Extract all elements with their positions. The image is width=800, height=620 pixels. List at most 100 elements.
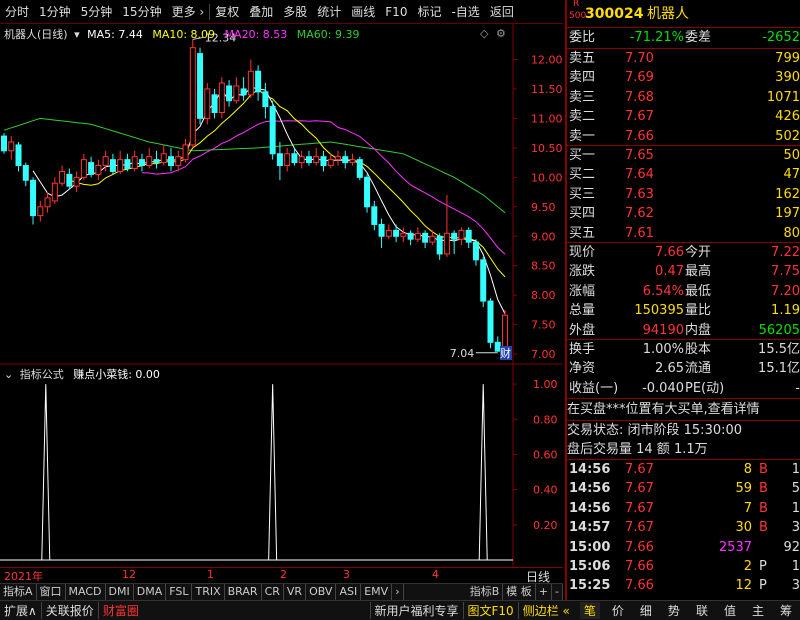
stat-row: 收益(一) -0.040 PE(动) - <box>569 380 800 396</box>
sell-level-row[interactable]: 卖二 7.67 426 <box>567 107 800 127</box>
tab-shi[interactable]: 势 <box>664 602 684 619</box>
level-volume: 390 <box>775 70 800 86</box>
level-volume: 426 <box>775 109 800 125</box>
price-tick-label: 10.50 <box>531 142 563 155</box>
ma60-line <box>3 117 506 214</box>
expand-button[interactable]: 扩展∧ <box>0 602 41 619</box>
sell-level-row[interactable]: 卖一 7.66 502 <box>567 127 800 147</box>
candle-body <box>422 232 429 243</box>
indicator-tick-label: 1.00 <box>533 378 558 391</box>
toolbar-more[interactable]: 更多 › <box>167 0 210 24</box>
candle-body <box>226 85 233 102</box>
tab-zhi[interactable]: 值 <box>720 602 740 619</box>
new-user-benefit-button[interactable]: 新用户福利专享 <box>369 602 463 619</box>
main-chart-legend: 机器人(日线) ▾ MA5: 7.44 MA10: 8.09 MA20: 8.5… <box>4 26 360 42</box>
price-tick-label: 8.50 <box>531 260 556 273</box>
candle-body <box>472 241 479 261</box>
sell-level-row[interactable]: 卖三 7.68 1071 <box>567 88 800 108</box>
tab-bi[interactable]: 笔 <box>579 602 600 619</box>
tab-dmi[interactable]: DMI <box>106 584 134 600</box>
tab-lian[interactable]: 联 <box>692 602 712 619</box>
toolbar-watchlist[interactable]: -自选 <box>446 0 484 24</box>
tab-fsl[interactable]: FSL <box>166 584 193 600</box>
sell-level-row[interactable]: 卖四 7.69 390 <box>567 68 800 88</box>
candle-body <box>80 159 87 178</box>
price-tick-label: 8.00 <box>531 289 556 302</box>
tab-xi[interactable]: 细 <box>636 602 656 619</box>
date-label-4: 4 <box>432 568 439 581</box>
indicator-collapse-icon[interactable]: ⌄ <box>4 368 13 381</box>
big-order-notice[interactable]: 在买盘***位置有大买单,查看详情 <box>567 400 800 420</box>
ma20-line <box>141 120 506 255</box>
chart-dropdown-icon[interactable]: ▾ <box>74 28 80 41</box>
toolbar-back[interactable]: 返回 <box>485 0 519 24</box>
tab-brar[interactable]: BRAR <box>225 584 262 600</box>
sidebar-button[interactable]: 侧边栏 « <box>517 602 574 619</box>
related-quote-button[interactable]: 关联报价 <box>40 602 98 619</box>
tab-zhu[interactable]: 主 <box>748 602 768 619</box>
candle-body <box>168 156 174 167</box>
price-tick-label: 11.50 <box>531 83 563 96</box>
tab-trix[interactable]: TRIX <box>192 584 225 600</box>
tab-emv[interactable]: EMV <box>361 584 393 600</box>
toolbar-5min[interactable]: 5分钟 <box>76 0 118 24</box>
buy-level-row[interactable]: 买二 7.64 47 <box>567 165 800 185</box>
buy-level-row[interactable]: 买四 7.62 197 <box>567 204 800 224</box>
toolbar-timeshare[interactable]: 分时 <box>0 0 34 24</box>
candle-body <box>313 156 320 164</box>
tab-remove[interactable]: - <box>552 584 563 600</box>
buy-level-row[interactable]: 买三 7.63 162 <box>567 185 800 205</box>
f10-button[interactable]: 图文F10 <box>462 602 518 619</box>
tab-jia[interactable]: 价 <box>608 602 628 619</box>
price-tick-label: 7.50 <box>531 319 556 332</box>
toolbar-1min[interactable]: 1分钟 <box>34 0 76 24</box>
tab-cr[interactable]: CR <box>262 584 284 600</box>
wealth-circle-button[interactable]: 财富圈 <box>97 602 143 619</box>
toolbar-f10[interactable]: F10 <box>380 0 412 24</box>
candle-body <box>22 165 29 181</box>
price-tick-label: 9.50 <box>531 201 556 214</box>
candle-body <box>378 223 385 237</box>
toolbar-adjust[interactable]: 复权 <box>210 0 244 24</box>
tab-window[interactable]: 窗口 <box>37 584 66 600</box>
kline-chart[interactable]: 12.00 11.50 11.00 10.50 10.00 9.50 9.00 8.50 8.0… <box>0 24 563 567</box>
price-tick-label: 10.00 <box>531 171 563 184</box>
tab-obv[interactable]: OBV <box>306 584 337 600</box>
sell-level-row[interactable]: 卖五 7.70 799 <box>567 49 800 69</box>
tab-add[interactable]: + <box>536 584 553 600</box>
price-tick-label: 11.00 <box>531 112 563 125</box>
candle-body <box>102 156 109 167</box>
candle-body <box>131 156 138 169</box>
date-label-3: 3 <box>343 568 350 581</box>
settings-gear-icon[interactable]: ⚙ <box>496 27 506 40</box>
tab-chou[interactable]: 筹 <box>776 602 796 619</box>
stat-row: 涨幅 6.54% 最低 7.20 <box>569 283 800 299</box>
low-label: 7.04 <box>450 347 475 360</box>
toolbar-mark[interactable]: 标记 <box>412 0 446 24</box>
toolbar-draw[interactable]: 画线 <box>346 0 380 24</box>
candle-body <box>385 229 392 237</box>
tab-asi[interactable]: ASI <box>336 584 362 600</box>
tab-more[interactable]: › <box>392 584 404 600</box>
level-price: 7.61 <box>625 225 654 241</box>
tab-vr[interactable]: VR <box>284 584 307 600</box>
tab-indicator-b[interactable]: 指标B <box>467 584 504 600</box>
level-volume: 502 <box>775 128 800 144</box>
candle-body <box>371 206 378 225</box>
candle-body <box>400 232 407 237</box>
level-volume: 80 <box>783 225 800 241</box>
tab-indicator-a[interactable]: 指标A <box>0 584 37 600</box>
stat-row: 涨跌 0.47 最高 7.75 <box>569 264 800 280</box>
tab-macd[interactable]: MACD <box>66 584 106 600</box>
tab-dma[interactable]: DMA <box>134 584 167 600</box>
tab-template[interactable]: 模 板 <box>503 584 536 600</box>
level-volume: 162 <box>775 186 800 202</box>
buy-level-row[interactable]: 买一 7.65 50 <box>567 146 800 166</box>
toolbar-multi[interactable]: 多股 <box>278 0 312 24</box>
buy-level-row[interactable]: 买五 7.61 80 <box>567 224 800 244</box>
diamond-icon[interactable]: ◇ <box>480 27 488 40</box>
toolbar-overlay[interactable]: 叠加 <box>244 0 278 24</box>
tick-row: 15:00 7.66 2537 92 <box>569 539 800 555</box>
toolbar-stats[interactable]: 统计 <box>312 0 346 24</box>
toolbar-15min[interactable]: 15分钟 <box>117 0 166 24</box>
